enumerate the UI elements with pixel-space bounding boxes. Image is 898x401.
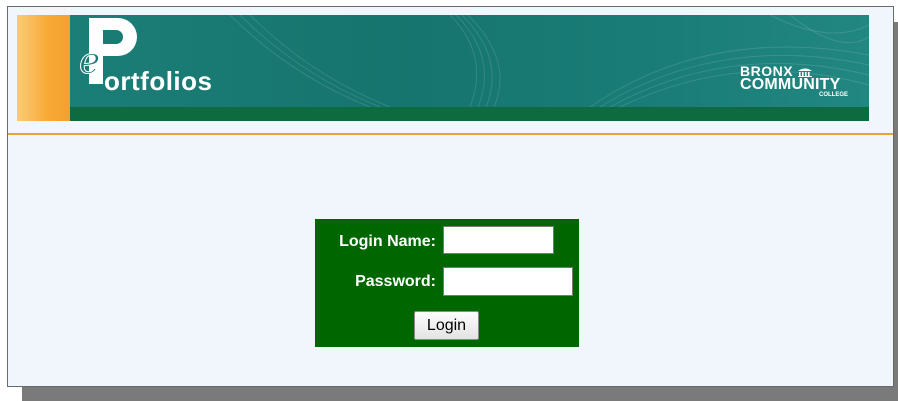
banner-yellow-stripe — [17, 15, 70, 121]
login-button[interactable]: Login — [414, 311, 479, 340]
bcc-line2: COMMUNITY — [740, 76, 841, 93]
eportfolios-logo: e ortfolios — [70, 8, 240, 100]
logo-e-letter: e — [78, 41, 101, 82]
bcc-line3: COLLEGE — [818, 92, 848, 98]
bronx-community-college-logo: BRONX COMMUNITY COLLEGE — [740, 64, 850, 99]
login-form: Login Name: Password: Login — [315, 219, 579, 347]
banner-bottom-bar — [70, 107, 869, 121]
college-building-icon — [798, 68, 813, 77]
header-divider — [8, 133, 893, 135]
logo-wordmark: ortfolios — [104, 66, 213, 96]
logo-p-counter — [103, 30, 123, 44]
password-input[interactable] — [443, 267, 573, 296]
login-name-input[interactable] — [443, 226, 554, 254]
password-label: Password: — [355, 273, 436, 290]
login-name-label: Login Name: — [339, 233, 436, 250]
